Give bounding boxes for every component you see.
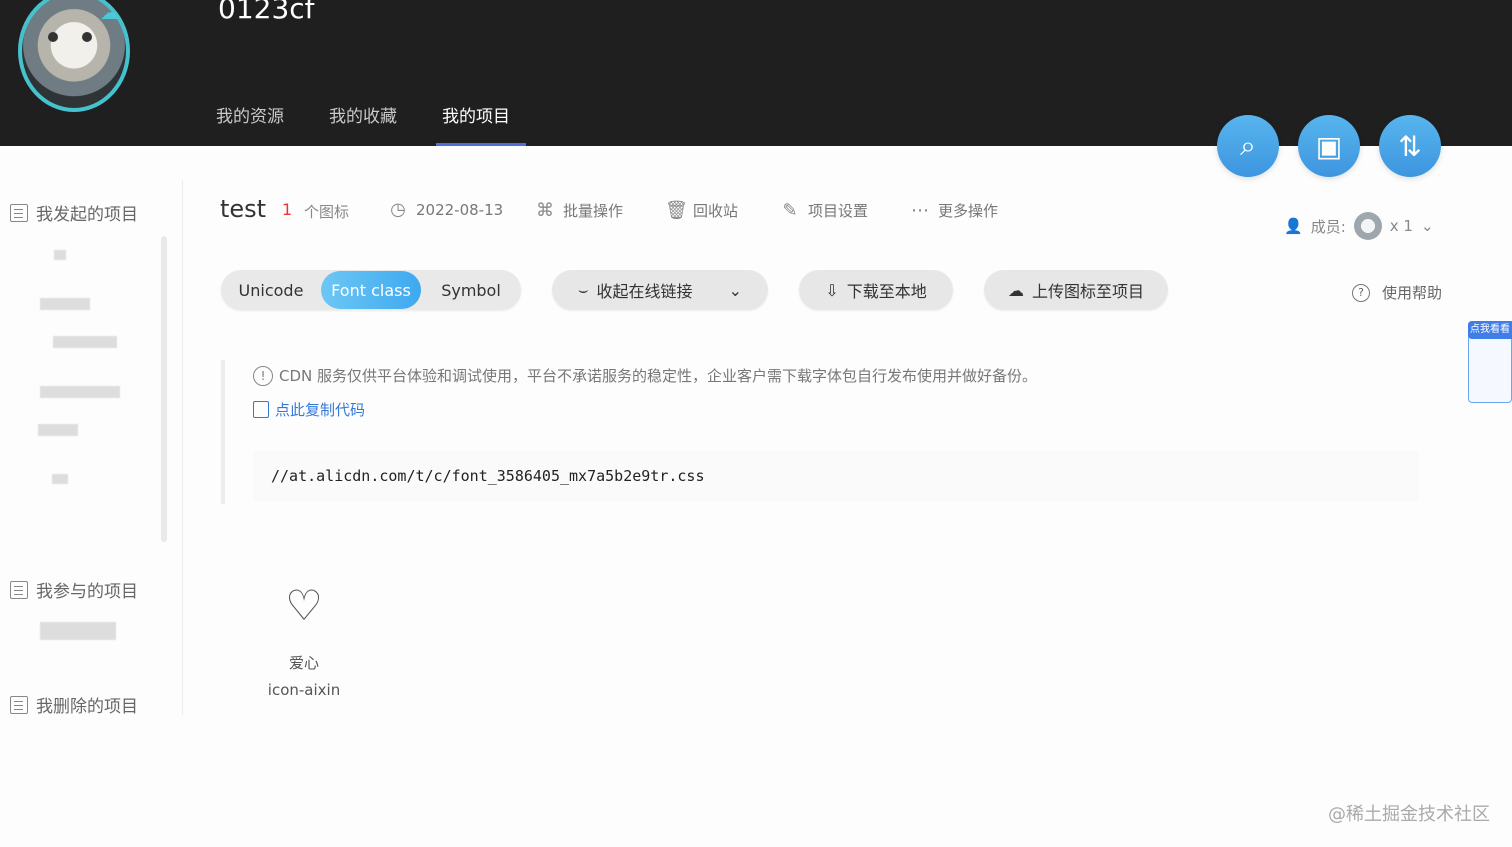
upload-icon-button[interactable]: ☁ 上传图标至项目 — [984, 270, 1168, 310]
edit-icon: ✎ — [782, 199, 798, 221]
blurred-item — [40, 298, 90, 310]
search-icon: ⌕ — [1240, 129, 1256, 162]
unicode-tab[interactable]: Unicode — [221, 271, 321, 309]
help-label: 使用帮助 — [1382, 284, 1443, 302]
icon-card[interactable]: ♡ 爱心 icon-aixin — [252, 578, 356, 699]
project-date: ◷ 2022-08-13 — [388, 200, 503, 220]
member-icon: 👤 — [1284, 217, 1303, 235]
project-list-icon — [10, 203, 28, 222]
chevron-down-icon: ⌄ — [1420, 217, 1434, 235]
icon-count: 1 — [282, 200, 293, 219]
upload-label: 上传图标至项目 — [1031, 282, 1144, 301]
info-icon: ! — [253, 365, 273, 386]
chevron-down-icon: ⌄ — [728, 280, 742, 300]
blurred-item — [54, 250, 66, 260]
new-folder-button[interactable]: ▣ — [1298, 115, 1360, 177]
blurred-item — [52, 474, 68, 484]
icon-count-label: 个图标 — [304, 203, 350, 221]
more-actions-button[interactable]: ⋯ 更多操作 — [910, 200, 998, 221]
username: 0123cf — [218, 0, 315, 25]
symbol-tab[interactable]: Symbol — [421, 271, 521, 309]
date-text: 2022-08-13 — [416, 201, 504, 219]
copy-icon — [253, 401, 269, 418]
sidebar-scrollbar[interactable] — [161, 236, 167, 542]
copy-code-label: 点此复制代码 — [275, 401, 366, 419]
copy-code-link[interactable]: 点此复制代码 — [253, 399, 365, 420]
format-switch: Unicode Font class Symbol — [221, 270, 521, 310]
grid-icon: ⌘ — [536, 199, 554, 221]
tab-my-projects[interactable]: 我的项目 — [442, 102, 510, 127]
more-icon: ⋯ — [911, 199, 929, 221]
sidebar-section-deleted[interactable]: 我删除的项目 — [10, 692, 138, 717]
download-label: 下载至本地 — [846, 282, 927, 301]
recycle-bin-button[interactable]: 🗑 回收站 — [665, 200, 738, 221]
deleted-project-icon — [10, 695, 28, 714]
settings-label: 项目设置 — [808, 202, 869, 220]
recycle-label: 回收站 — [693, 202, 739, 220]
blurred-item — [40, 622, 116, 640]
project-settings-button[interactable]: ✎ 项目设置 — [780, 200, 868, 221]
watermark: @稀土掘金技术社区 — [1328, 804, 1490, 825]
members-count: x 1 — [1389, 217, 1413, 235]
project-sidebar: 我发起的项目 我参与的项目 我删除的项目 — [0, 180, 183, 717]
sidebar-section-joined[interactable]: 我参与的项目 — [10, 577, 138, 602]
blurred-item — [53, 336, 117, 348]
sidebar-section-label: 我参与的项目 — [36, 582, 138, 602]
icon-name: 爱心 — [288, 654, 319, 672]
font-class-tab[interactable]: Font class — [321, 271, 421, 309]
tab-my-favorites[interactable]: 我的收藏 — [329, 102, 397, 127]
sort-icon: ⇅ — [1398, 129, 1422, 163]
heart-icon: ♡ — [285, 581, 323, 630]
clock-icon: ◷ — [390, 199, 406, 220]
more-label: 更多操作 — [938, 202, 999, 220]
sidebar-section-created[interactable]: 我发起的项目 — [10, 200, 138, 225]
download-icon: ⇩ — [825, 280, 839, 300]
folder-add-icon: ▣ — [1315, 129, 1343, 163]
cdn-notice: ! CDN 服务仅供平台体验和调试使用，平台不承诺服务的稳定性，企业客户需下载字… — [253, 365, 1037, 386]
download-button[interactable]: ⇩ 下载至本地 — [799, 270, 953, 310]
top-nav: 我的资源 我的收藏 我的项目 — [216, 102, 510, 127]
project-search-icon — [10, 580, 28, 599]
sort-button[interactable]: ⇅ — [1379, 115, 1441, 177]
notice-text: CDN 服务仅供平台体验和调试使用，平台不承诺服务的稳定性，企业客户需下载字体包… — [279, 367, 1038, 385]
blurred-item — [38, 424, 78, 436]
batch-operation-button[interactable]: ⌘ 批量操作 — [535, 200, 623, 221]
online-link-panel: ! CDN 服务仅供平台体验和调试使用，平台不承诺服务的稳定性，企业客户需下载字… — [221, 360, 1419, 504]
css-link-code[interactable]: //at.alicdn.com/t/c/font_3586405_mx7a5b2… — [253, 451, 1419, 501]
cloud-upload-icon: ☁ — [1007, 280, 1024, 300]
blurred-item — [40, 386, 120, 398]
tab-my-resources[interactable]: 我的资源 — [216, 102, 284, 127]
members-label: 成员: — [1310, 217, 1346, 236]
members-section[interactable]: 👤 成员: x 1 ⌄ — [1284, 212, 1434, 240]
search-button[interactable]: ⌕ — [1217, 115, 1279, 177]
sidebar-section-label: 我删除的项目 — [36, 697, 138, 717]
batch-label: 批量操作 — [563, 202, 624, 220]
question-icon: ? — [1352, 283, 1370, 302]
floating-guide-tag[interactable]: 点我看看 — [1468, 321, 1512, 339]
help-link[interactable]: ? 使用帮助 — [1352, 282, 1442, 303]
member-avatar — [1353, 212, 1382, 240]
sidebar-section-label: 我发起的项目 — [36, 205, 138, 225]
project-title: test — [220, 195, 267, 223]
collapse-online-link-button[interactable]: ⌣ 收起在线链接 ⌄ — [552, 270, 768, 310]
top-banner: ☁ 0123cf 我的资源 我的收藏 我的项目 — [0, 0, 1512, 146]
eye-closed-icon: ⌣ — [578, 280, 589, 299]
icon-class-name: icon-aixin — [267, 681, 341, 699]
avatar-badge-icon: ☁ — [100, 0, 120, 24]
active-tab-indicator — [436, 143, 526, 146]
trash-icon: 🗑 — [665, 199, 688, 221]
collapse-link-label: 收起在线链接 — [596, 282, 693, 301]
